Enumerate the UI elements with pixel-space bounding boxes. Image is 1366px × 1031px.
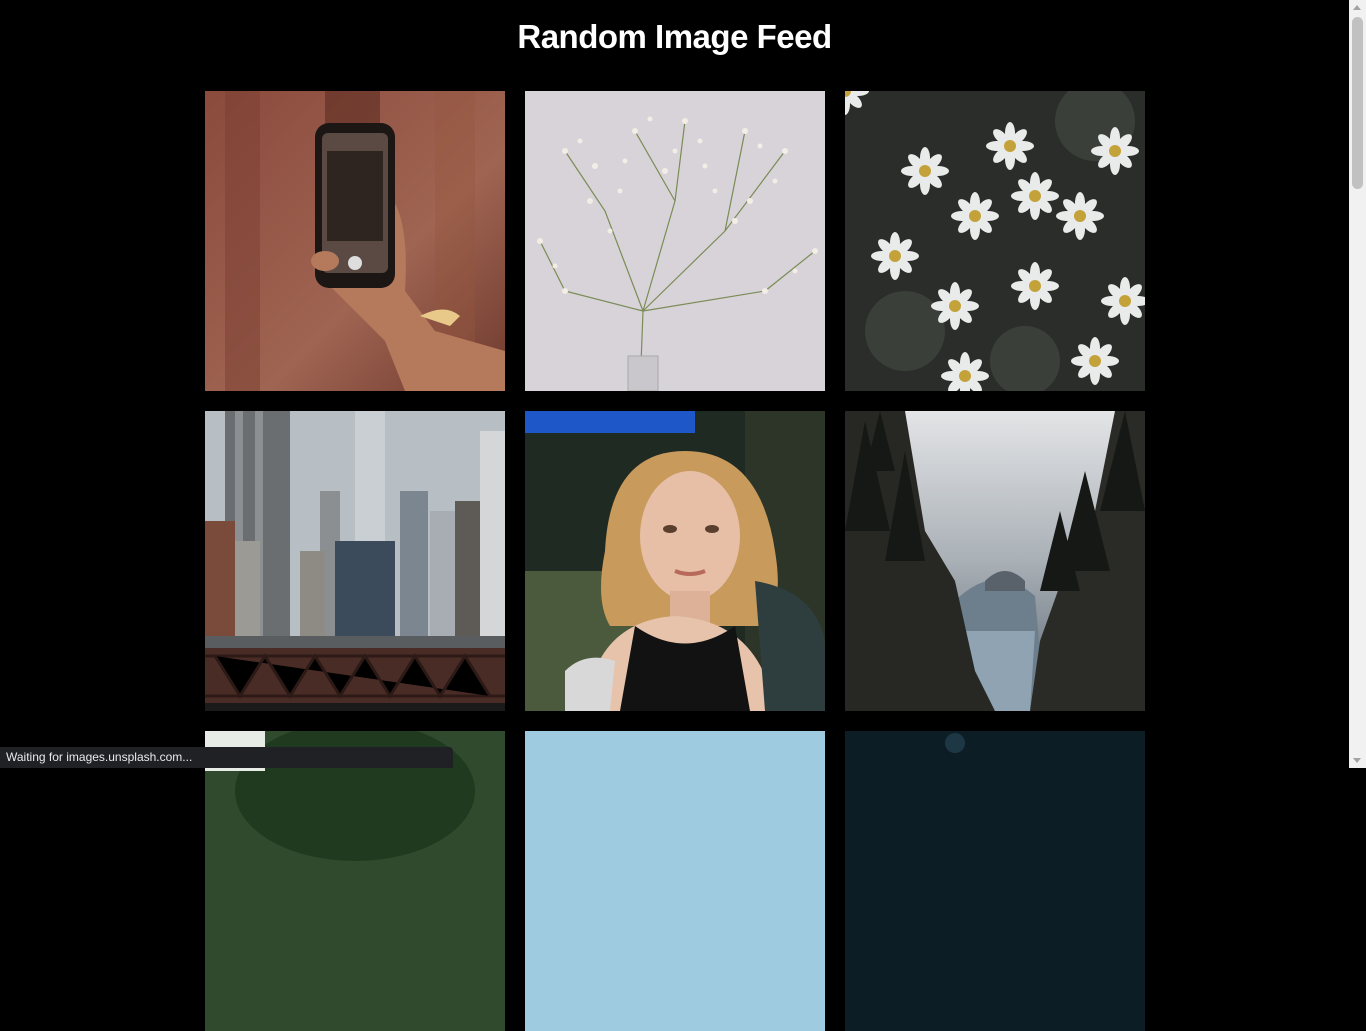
feed-image-2[interactable] [525, 91, 825, 391]
page-title: Random Image Feed [517, 18, 832, 55]
woman-portrait-photo [525, 411, 825, 711]
babys-breath-flowers-photo [525, 91, 825, 391]
vertical-scrollbar[interactable] [1349, 0, 1366, 768]
feed-image-3[interactable] [845, 91, 1145, 391]
feed-image-5[interactable] [525, 411, 825, 711]
hand-holding-phone-photo [205, 91, 505, 391]
scrollbar-thumb[interactable] [1352, 17, 1363, 189]
scroll-down-arrow-icon[interactable] [1353, 758, 1361, 763]
scroll-up-arrow-icon[interactable] [1353, 5, 1361, 10]
feed-image-8[interactable] [525, 731, 825, 1031]
feed-image-4[interactable] [205, 411, 505, 711]
feed-image-6[interactable] [845, 411, 1145, 711]
city-skyline-bridge-photo [205, 411, 505, 711]
feed-image-9[interactable] [845, 731, 1145, 1031]
partial-image-sky [525, 731, 825, 1031]
feed-image-1[interactable] [205, 91, 505, 391]
browser-status-bar: Waiting for images.unsplash.com... [0, 747, 453, 768]
white-daisies-photo [845, 91, 1145, 391]
partial-image-green [205, 731, 505, 1031]
forest-cliffs-river-photo [845, 411, 1145, 711]
image-grid [205, 91, 1145, 1031]
feed-image-7[interactable] [205, 731, 505, 1031]
partial-image-dark-teal [845, 731, 1145, 1031]
